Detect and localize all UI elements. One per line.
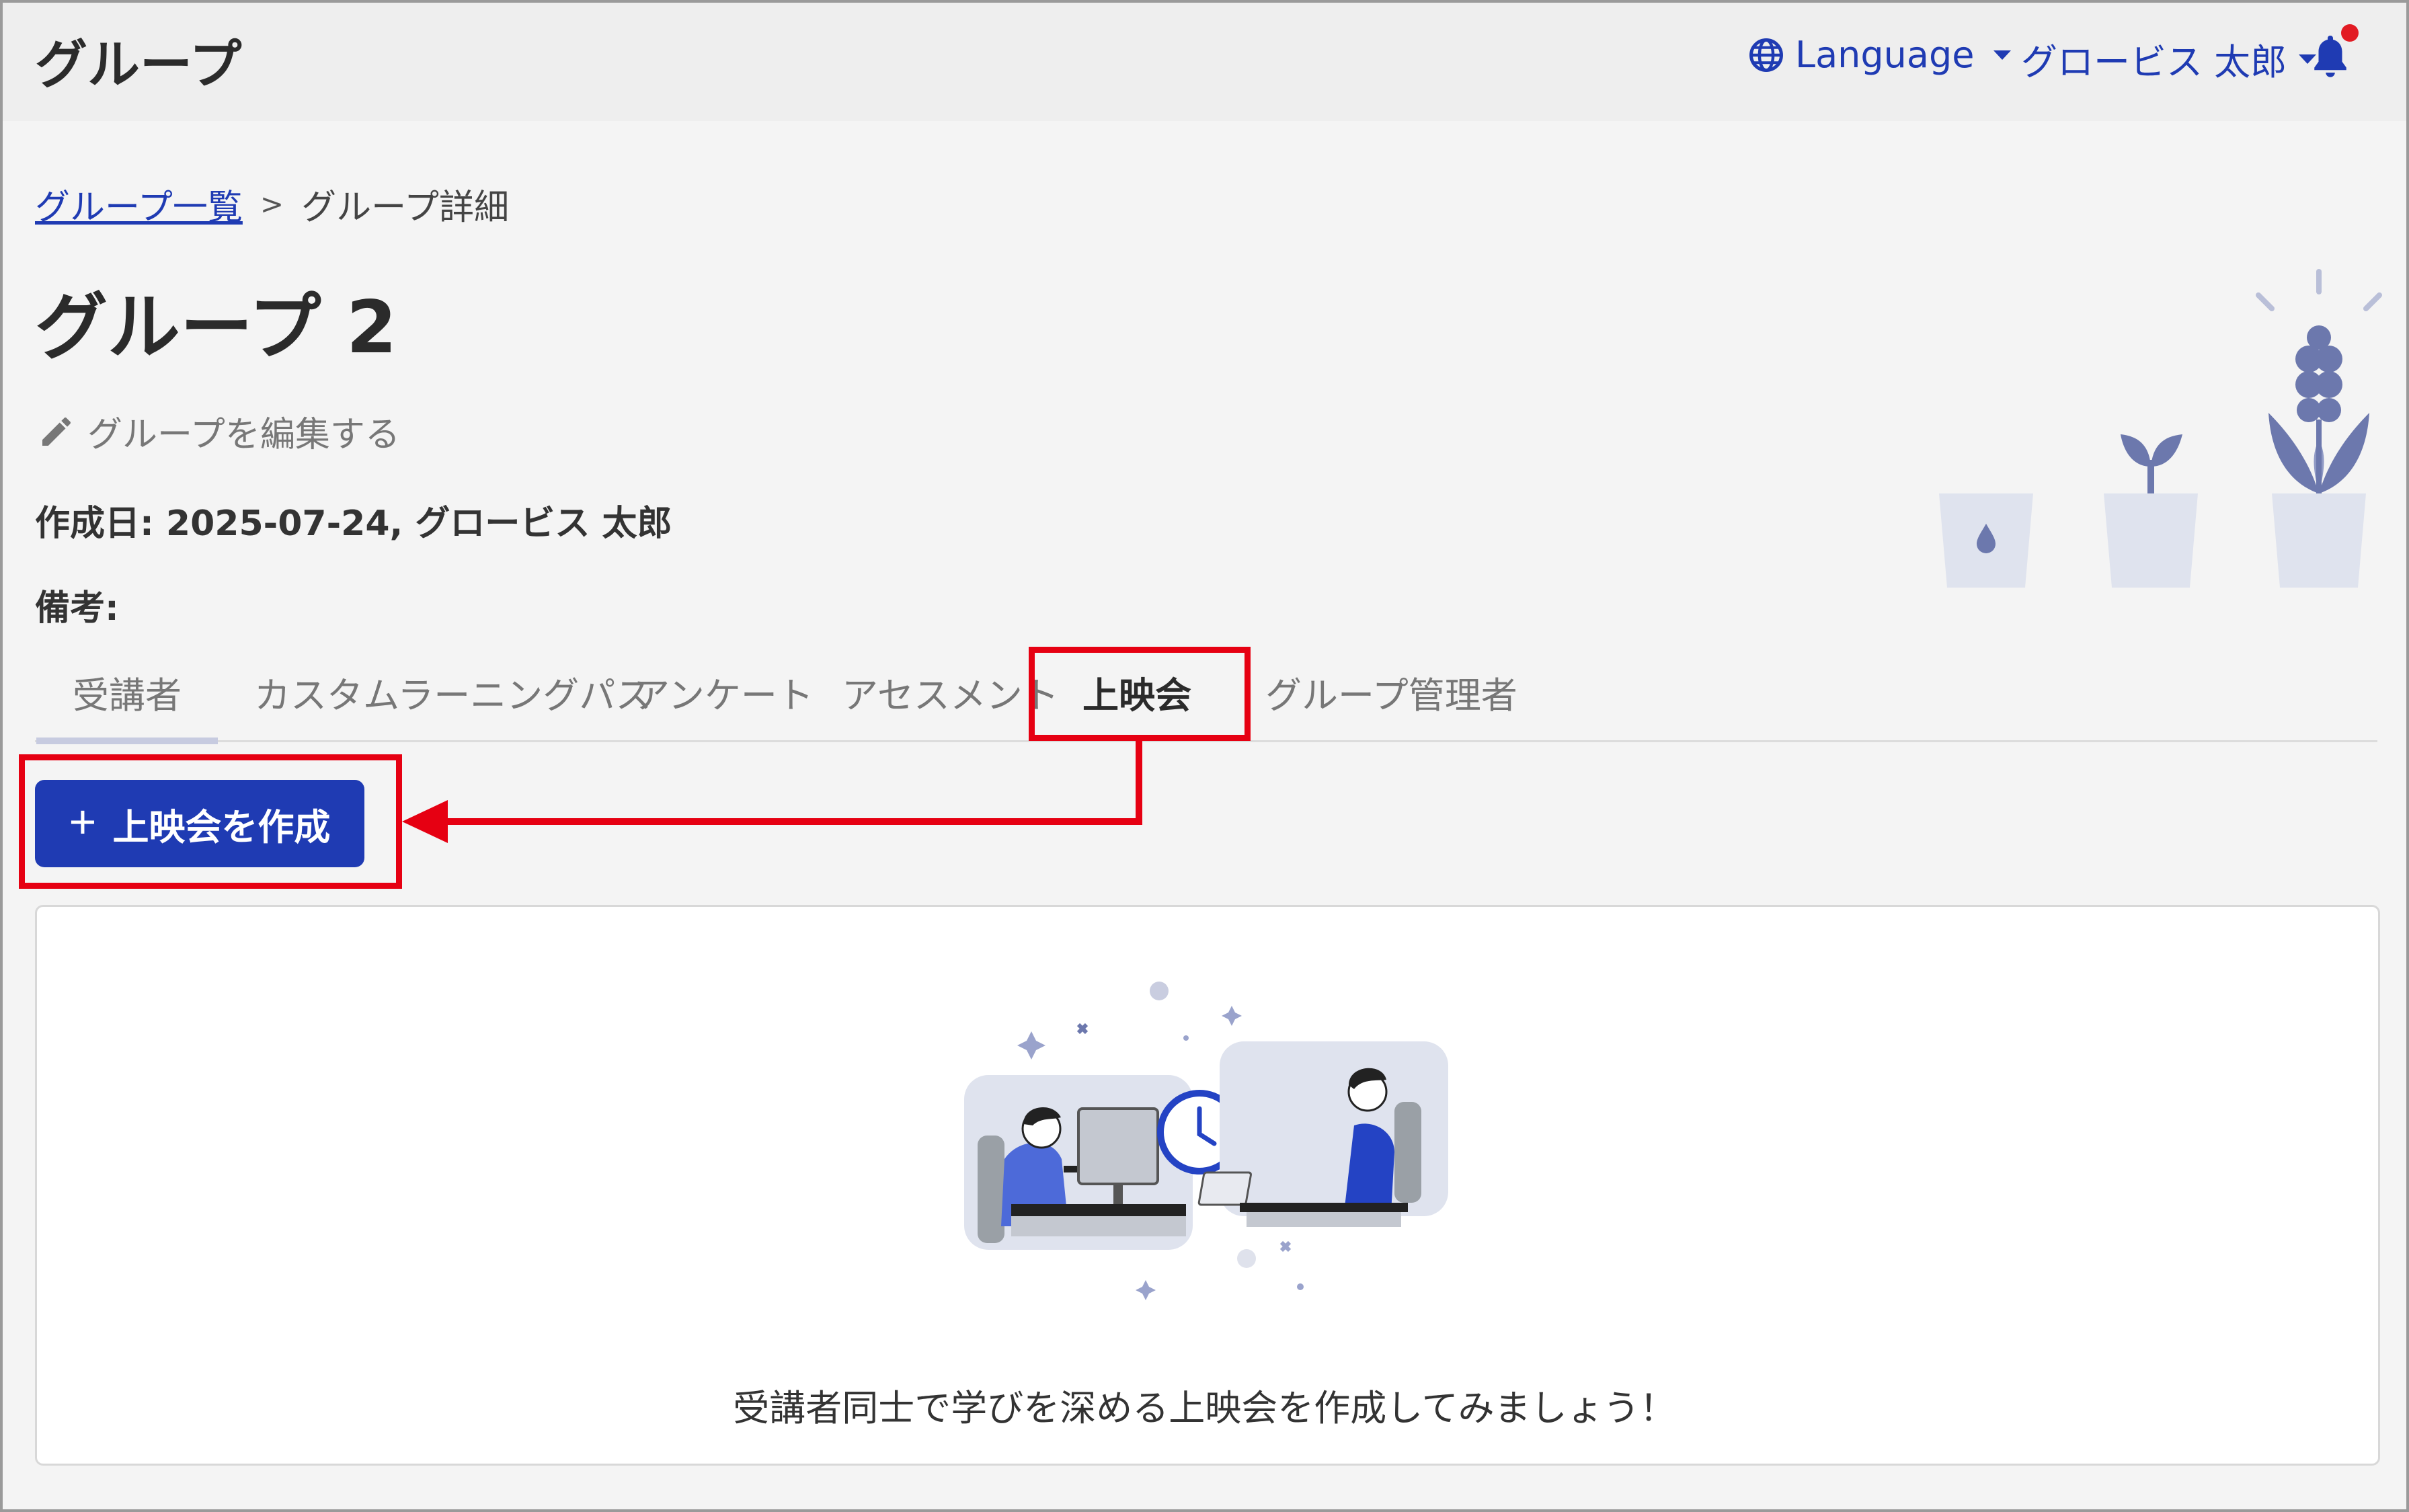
note-label: 備考:	[35, 588, 119, 629]
created-info: 作成日: 2025-07-24, グロービス 太郎	[35, 504, 672, 544]
tab-custom-learning-path[interactable]: カスタムラーニングパス	[254, 666, 651, 719]
chevron-down-icon	[1993, 50, 2011, 60]
app-title: グループ	[35, 35, 242, 95]
tab-group-admins[interactable]: グループ管理者	[1265, 666, 1517, 719]
globe-icon	[1749, 38, 1783, 72]
language-selector[interactable]: Language	[1748, 34, 2011, 76]
tab-survey[interactable]: アンケート	[633, 666, 814, 719]
highlight-box-button	[19, 754, 402, 889]
breadcrumb-link-group-list[interactable]: グループ一覧	[35, 179, 243, 229]
edit-group-link[interactable]: グループを編集する	[38, 406, 400, 456]
tab-assessment[interactable]: アセスメント	[842, 666, 1059, 719]
notification-dot	[2341, 24, 2359, 42]
highlight-box-tab	[1029, 647, 1251, 741]
breadcrumb-current: グループ詳細	[301, 188, 509, 228]
tab-learners[interactable]: 受講者	[36, 666, 218, 744]
top-header: グループ Language グロービス 太郎	[3, 3, 2406, 121]
page-title: グループ 2	[35, 286, 397, 370]
empty-state-message: 受講者同士で学びを深める上映会を作成してみましょう！	[733, 1387, 1676, 1429]
user-name: グロービス 太郎	[2021, 41, 2287, 83]
breadcrumb: グループ一覧 > グループ詳細	[35, 179, 509, 229]
user-menu[interactable]: グロービス 太郎	[2021, 32, 2317, 85]
pencil-icon	[42, 417, 71, 446]
breadcrumb-separator: >	[260, 188, 284, 221]
screening-illustration	[964, 982, 1448, 1300]
edit-group-label: グループを編集する	[87, 415, 400, 455]
app-window: グループ Language グロービス 太郎 グループ一覧 > グループ詳細 グ…	[0, 0, 2409, 1512]
plants-illustration	[1939, 269, 2382, 588]
language-label: Language	[1795, 34, 1975, 76]
